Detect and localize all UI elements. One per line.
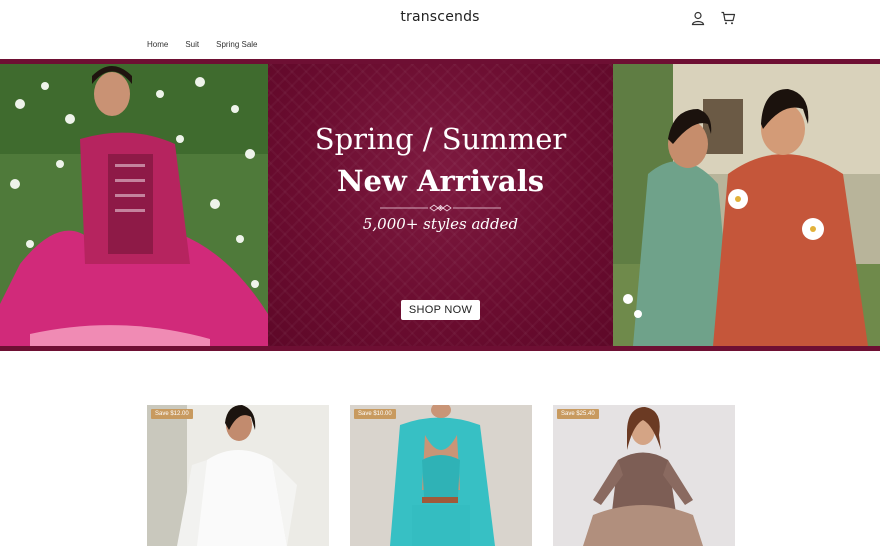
sale-badge: Save $10.00: [354, 409, 396, 419]
product-card[interactable]: Save $12.00: [147, 405, 329, 546]
nav-item-home[interactable]: Home: [147, 40, 168, 49]
product-card[interactable]: Save $10.00: [350, 405, 532, 546]
account-icon[interactable]: [690, 10, 706, 26]
hero-title-line1: Spring / Summer: [314, 122, 567, 156]
header-icons: [690, 10, 736, 26]
hero-title-line2: New Arrivals: [336, 164, 545, 198]
sale-badge: Save $25.40: [557, 409, 599, 419]
product-card[interactable]: Save $25.40: [553, 405, 735, 546]
main-nav: Home Suit Spring Sale: [147, 40, 258, 49]
hero-image-left: [0, 64, 268, 346]
hero-image-right: [613, 64, 880, 346]
sale-badge: Save $12.00: [151, 409, 193, 419]
brand-logo[interactable]: transcends: [0, 9, 880, 25]
nav-item-spring-sale[interactable]: Spring Sale: [216, 40, 257, 49]
product-image: [553, 405, 735, 546]
hero-banner[interactable]: Spring / Summer New Arrivals 5,000+ styl…: [0, 59, 880, 351]
ornament-divider-icon: [380, 204, 501, 212]
site-header: transcends Home Suit Spring Sale: [0, 0, 880, 60]
product-grid: Save $12.00 Save $10.00 Save $25.40: [147, 405, 735, 546]
nav-item-suit[interactable]: Suit: [185, 40, 199, 49]
cart-icon[interactable]: [720, 10, 736, 26]
shop-now-button[interactable]: SHOP NOW: [401, 300, 480, 320]
hero-center-panel: Spring / Summer New Arrivals 5,000+ styl…: [268, 64, 613, 346]
product-image: [147, 405, 329, 546]
hero-subtitle: 5,000+ styles added: [362, 215, 519, 233]
product-image: [350, 405, 532, 546]
